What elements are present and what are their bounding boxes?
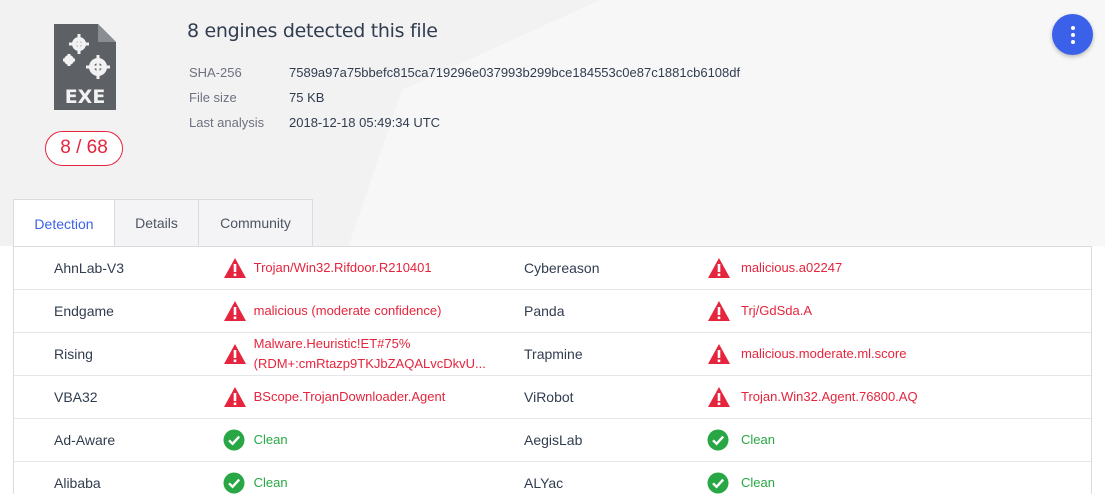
warning-icon xyxy=(707,376,741,418)
meta-row-last-analysis: Last analysis 2018-12-18 05:49:34 UTC xyxy=(189,110,740,135)
detection-result: Trj/GdSda.A xyxy=(741,303,813,318)
engine-name: AhnLab-V3 xyxy=(54,260,125,276)
exe-file-icon: EXE xyxy=(52,22,118,112)
meta-value-sha256[interactable]: 7589a97a75bbefc815ca719296e037993b299bce… xyxy=(289,65,740,80)
detection-result: malicious.a02247 xyxy=(741,260,843,275)
engine-name: ViRobot xyxy=(524,389,574,405)
detection-table: AhnLab-V3 Trojan/Win32.Rifdoor.R210401 Cyb… xyxy=(13,246,1092,494)
more-vertical-icon xyxy=(1070,25,1075,30)
meta-value-last-analysis: 2018-12-18 05:49:34 UTC xyxy=(289,115,441,130)
table-row: Rising Malware.Heuristic!ET#75% (RDM+:cmRt… xyxy=(14,333,1091,376)
table-row: Alibaba Clean ALYac Clean xyxy=(14,462,1091,494)
detection-score-badge: 8 / 68 xyxy=(45,131,123,166)
detection-entry: Cybereason malicious.a02247 xyxy=(524,247,1021,289)
detection-result-line: Malware.Heuristic!ET#75% xyxy=(253,336,411,351)
warning-icon xyxy=(707,333,741,375)
tab-details[interactable]: Details xyxy=(114,199,198,247)
table-row: Ad-Aware Clean AegisLab Clean xyxy=(14,419,1091,462)
detection-entry: Alibaba Clean xyxy=(14,462,524,494)
engine-name: Trapmine xyxy=(524,346,583,362)
warning-icon xyxy=(707,247,741,289)
detection-entry: AegisLab Clean xyxy=(524,419,1021,461)
detection-result-line: (RDM+:cmRtazp9TKJbZAQALvcDkvU... xyxy=(253,356,486,371)
detection-entry: Panda Trj/GdSda.A xyxy=(524,290,1021,332)
meta-label: Last analysis xyxy=(189,115,265,130)
engine-name: Alibaba xyxy=(54,475,101,491)
detection-result: Trojan/Win32.Rifdoor.R210401 xyxy=(253,260,432,275)
tab-detection[interactable]: Detection xyxy=(13,199,114,248)
detection-entry: AhnLab-V3 Trojan/Win32.Rifdoor.R210401 xyxy=(14,247,524,289)
warning-icon xyxy=(223,333,254,375)
table-row: AhnLab-V3 Trojan/Win32.Rifdoor.R210401 Cyb… xyxy=(14,247,1091,290)
table-row: Endgame malicious (moderate confidence) Pa… xyxy=(14,290,1091,333)
meta-row-file-size: File size 75 KB xyxy=(189,85,740,110)
table-row: VBA32 BScope.TrojanDownloader.Agent ViRobo… xyxy=(14,376,1091,419)
detection-result: Clean xyxy=(741,432,775,447)
engine-name: Endgame xyxy=(54,303,114,319)
meta-label: File size xyxy=(189,90,237,105)
detection-result: Malware.Heuristic!ET#75% (RDM+:cmRtazp9TK… xyxy=(254,333,524,375)
detection-result: BScope.TrojanDownloader.Agent xyxy=(253,389,446,404)
detection-result: Clean xyxy=(741,475,775,490)
engine-name: AegisLab xyxy=(524,432,583,448)
engine-name: ALYac xyxy=(524,475,564,491)
file-metadata: SHA-256 7589a97a75bbefc815ca719296e03799… xyxy=(189,60,740,135)
warning-icon xyxy=(707,290,741,332)
meta-row-sha256: SHA-256 7589a97a75bbefc815ca719296e03799… xyxy=(189,60,740,85)
warning-icon xyxy=(223,247,254,289)
meta-label: SHA-256 xyxy=(189,65,242,80)
detection-entry: Endgame malicious (moderate confidence) xyxy=(14,290,524,332)
check-circle-icon xyxy=(707,419,741,461)
check-circle-icon xyxy=(223,462,254,494)
tab-community[interactable]: Community xyxy=(198,199,313,247)
warning-icon xyxy=(223,290,254,332)
detection-entry: VBA32 BScope.TrojanDownloader.Agent xyxy=(14,376,524,418)
detection-result: malicious (moderate confidence) xyxy=(253,303,442,318)
more-options-button[interactable] xyxy=(1052,14,1093,55)
detection-result: Trojan.Win32.Agent.76800.AQ xyxy=(741,389,918,404)
detection-result: malicious.moderate.ml.score xyxy=(741,346,907,361)
detection-result: Clean xyxy=(253,475,288,490)
engine-name: VBA32 xyxy=(54,389,98,405)
warning-icon xyxy=(223,376,254,418)
engine-name: Ad-Aware xyxy=(54,432,116,448)
detection-entry: ViRobot Trojan.Win32.Agent.76800.AQ xyxy=(524,376,1021,418)
check-circle-icon xyxy=(223,419,254,461)
tab-bar: Detection Details Community xyxy=(13,199,313,248)
engine-name: Cybereason xyxy=(524,260,600,276)
detection-entry: ALYac Clean xyxy=(524,462,1021,494)
meta-value-file-size: 75 KB xyxy=(289,90,325,105)
detection-entry: Rising Malware.Heuristic!ET#75% (RDM+:cmRt… xyxy=(14,333,524,375)
detection-result: Clean xyxy=(253,432,288,447)
detection-entry: Ad-Aware Clean xyxy=(14,419,524,461)
check-circle-icon xyxy=(707,462,741,494)
detection-entry: Trapmine malicious.moderate.ml.score xyxy=(524,333,1021,375)
page-title: 8 engines detected this file xyxy=(187,20,438,42)
file-type-label: EXE xyxy=(65,86,106,108)
engine-name: Panda xyxy=(524,303,565,319)
engine-name: Rising xyxy=(54,346,93,362)
detection-result-lines: Malware.Heuristic!ET#75% (RDM+:cmRtazp9TK… xyxy=(254,334,486,374)
